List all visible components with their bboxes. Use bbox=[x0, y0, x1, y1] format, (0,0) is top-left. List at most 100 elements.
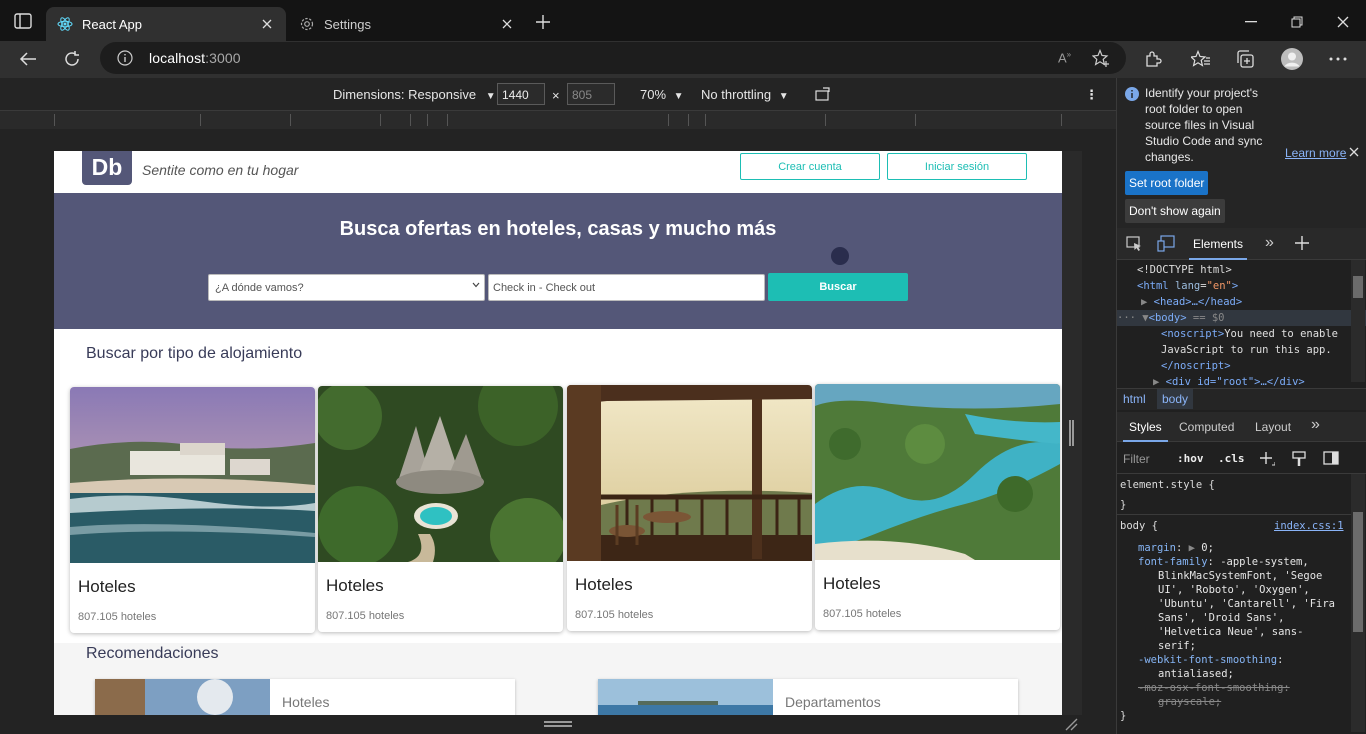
accommodation-card[interactable]: Hoteles 807.105 hoteles bbox=[70, 387, 315, 633]
css-value-line: BlinkMacSystemFont, 'Segoe bbox=[1158, 570, 1323, 582]
collections-icon[interactable] bbox=[1233, 47, 1257, 71]
width-input[interactable]: 1440 bbox=[497, 83, 545, 105]
info-icon[interactable] bbox=[117, 50, 133, 66]
breadcrumb: html body bbox=[1117, 388, 1366, 410]
breadcrumb-html[interactable]: html bbox=[1123, 392, 1146, 406]
more-subtabs-icon[interactable]: » bbox=[1311, 416, 1320, 434]
rule-close: } bbox=[1120, 710, 1127, 722]
zoom-dropdown[interactable]: 70% ▼ bbox=[640, 87, 684, 102]
card-title: Hoteles bbox=[326, 576, 384, 595]
throttling-dropdown[interactable]: No throttling ▼ bbox=[701, 87, 789, 102]
address-bar[interactable]: localhost:3000 A» bbox=[100, 42, 1126, 74]
inspect-element-icon[interactable] bbox=[1126, 236, 1143, 252]
css-value-line: UI', 'Roboto', 'Oxygen', bbox=[1158, 584, 1310, 596]
dom-body[interactable]: ··· ▼<body> == $0 bbox=[1117, 310, 1366, 327]
add-tab-icon[interactable] bbox=[1295, 236, 1309, 250]
tab-actions-icon[interactable] bbox=[14, 13, 32, 29]
close-window-icon[interactable] bbox=[1320, 8, 1366, 36]
tab-react-app[interactable]: React App bbox=[46, 7, 286, 41]
resize-handle-right[interactable] bbox=[1069, 420, 1074, 446]
dom-scrollbar[interactable] bbox=[1351, 260, 1365, 382]
hover-toggle[interactable]: :hov bbox=[1177, 452, 1204, 465]
styles-filter-bar: Filter :hov .cls bbox=[1117, 444, 1366, 474]
dom-html[interactable]: <html lang="en"> bbox=[1137, 278, 1238, 294]
restore-icon[interactable] bbox=[1274, 8, 1320, 36]
search-button[interactable]: Buscar bbox=[768, 273, 908, 301]
back-icon[interactable] bbox=[16, 47, 40, 71]
accommodation-card[interactable]: Hoteles 807.105 hoteles bbox=[567, 385, 812, 631]
profile-avatar-icon[interactable] bbox=[1280, 47, 1304, 71]
mouse-cursor bbox=[831, 247, 849, 265]
breadcrumb-body[interactable]: body bbox=[1157, 389, 1194, 409]
close-tab-icon[interactable] bbox=[496, 13, 518, 35]
recommendation-card[interactable]: Departamentos bbox=[598, 679, 1018, 715]
dont-show-again-button[interactable]: Don't show again bbox=[1125, 199, 1225, 223]
tab-computed[interactable]: Computed bbox=[1179, 420, 1234, 434]
set-root-folder-button[interactable]: Set root folder bbox=[1125, 171, 1209, 195]
recommendation-title: Hoteles bbox=[282, 694, 330, 710]
learn-more-link[interactable]: Learn more bbox=[1285, 146, 1346, 160]
close-tab-icon[interactable] bbox=[256, 13, 278, 35]
css-value-line: 'Ubuntu', 'Cantarell', 'Fira bbox=[1158, 598, 1336, 610]
refresh-icon[interactable] bbox=[60, 47, 84, 71]
dom-head[interactable]: ▶ <head>…</head> bbox=[1141, 294, 1242, 310]
styles-scrollbar[interactable] bbox=[1351, 474, 1365, 732]
section-title-recommendations: Recomendaciones bbox=[86, 645, 219, 662]
resize-handle-bottom[interactable] bbox=[544, 721, 572, 727]
css-value-line: 'Helvetica Neue', sans- bbox=[1158, 626, 1304, 638]
more-tabs-icon[interactable]: » bbox=[1265, 234, 1274, 252]
filter-input[interactable]: Filter bbox=[1123, 452, 1150, 466]
css-font-family[interactable]: font-family: -apple-system, bbox=[1138, 555, 1309, 569]
tab-settings[interactable]: Settings bbox=[288, 7, 526, 41]
class-toggle[interactable]: .cls bbox=[1218, 452, 1245, 465]
height-input[interactable]: 805 bbox=[567, 83, 615, 105]
site-logo[interactable]: Db bbox=[82, 151, 132, 185]
new-rule-icon[interactable] bbox=[1259, 451, 1275, 467]
css-margin[interactable]: margin: ▶ 0; bbox=[1138, 541, 1214, 555]
css-value-line: Sans', 'Droid Sans', bbox=[1158, 612, 1285, 624]
recommendation-image bbox=[95, 679, 270, 715]
body-rule-selector[interactable]: body { bbox=[1120, 519, 1158, 533]
tab-elements[interactable]: Elements bbox=[1189, 228, 1247, 260]
tab-layout[interactable]: Layout bbox=[1255, 420, 1291, 434]
dom-tree[interactable]: <!DOCTYPE html> <html lang="en"> ▶ <head… bbox=[1117, 260, 1366, 386]
login-button[interactable]: Iniciar sesión bbox=[887, 153, 1027, 180]
accommodation-card[interactable]: Hoteles 807.105 hoteles bbox=[318, 386, 563, 632]
device-emulation-icon[interactable] bbox=[1157, 235, 1175, 252]
css-moz-font-smoothing[interactable]: -moz-osx-font-smoothing: bbox=[1138, 681, 1290, 695]
chevron-down-icon bbox=[472, 282, 480, 288]
close-infobar-icon[interactable] bbox=[1349, 147, 1359, 157]
css-value-line: grayscale; bbox=[1158, 696, 1222, 708]
dates-input[interactable]: Check in - Check out bbox=[488, 274, 765, 301]
dom-root-div[interactable]: ▶ <div id="root">…</div> bbox=[1153, 374, 1305, 386]
resize-corner-icon[interactable] bbox=[1064, 717, 1078, 731]
navigation-bar: localhost:3000 A» bbox=[0, 41, 1366, 78]
new-tab-icon[interactable] bbox=[535, 14, 551, 30]
create-account-button[interactable]: Crear cuenta bbox=[740, 153, 880, 180]
accommodation-card[interactable]: Hoteles 807.105 hoteles bbox=[815, 384, 1060, 630]
color-format-icon[interactable] bbox=[1292, 451, 1306, 467]
rotate-icon[interactable] bbox=[815, 86, 833, 102]
destination-select[interactable]: ¿A dónde vamos? bbox=[208, 274, 485, 301]
element-style-rule[interactable]: element.style { bbox=[1120, 478, 1215, 492]
dom-doctype[interactable]: <!DOCTYPE html> bbox=[1137, 262, 1232, 278]
extensions-icon[interactable] bbox=[1141, 47, 1165, 71]
tab-styles[interactable]: Styles bbox=[1123, 412, 1168, 442]
dimensions-dropdown[interactable]: Dimensions: Responsive ▼ bbox=[333, 87, 496, 102]
dom-noscript[interactable]: <noscript>You need to enable bbox=[1161, 326, 1338, 342]
minimize-icon[interactable] bbox=[1228, 8, 1274, 36]
tab-title: React App bbox=[82, 16, 142, 32]
add-favorite-icon[interactable] bbox=[1092, 49, 1110, 67]
recommendation-card[interactable]: Hoteles bbox=[95, 679, 515, 715]
favorites-icon[interactable] bbox=[1189, 47, 1213, 71]
media-query-bar[interactable] bbox=[0, 111, 1116, 129]
dom-noscript-close[interactable]: </noscript> bbox=[1161, 358, 1231, 374]
sidebar-toggle-icon[interactable] bbox=[1323, 451, 1339, 465]
more-menu-icon[interactable] bbox=[1326, 47, 1350, 71]
read-aloud-icon[interactable]: A» bbox=[1058, 50, 1071, 65]
css-webkit-font-smoothing[interactable]: -webkit-font-smoothing: bbox=[1138, 653, 1283, 667]
styles-pane[interactable]: element.style { } body { index.css:1 mar… bbox=[1117, 474, 1366, 734]
source-link[interactable]: index.css:1 bbox=[1274, 519, 1344, 533]
styles-subtabs: Styles Computed Layout » bbox=[1117, 412, 1366, 442]
device-more-icon[interactable]: ⋮ bbox=[1085, 87, 1099, 103]
